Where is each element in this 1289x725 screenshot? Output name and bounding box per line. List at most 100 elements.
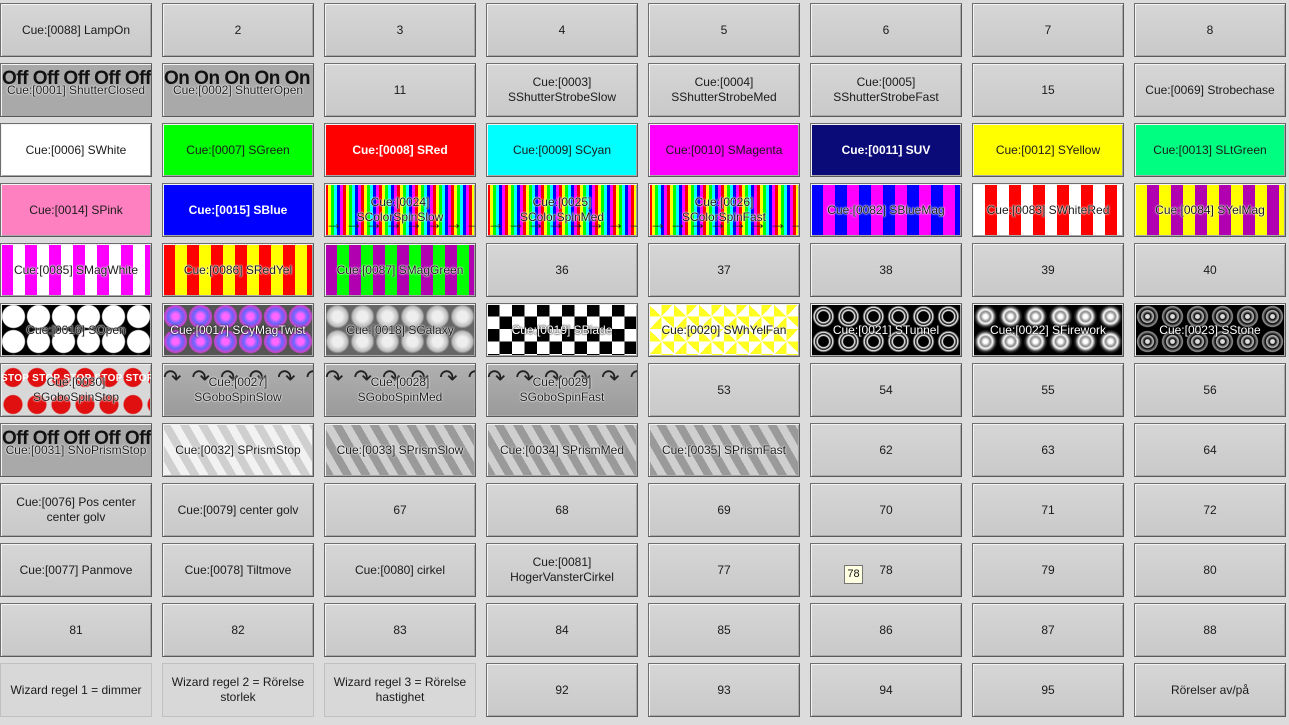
cue-button-66[interactable]: Cue:[0079] center golv — [162, 483, 314, 537]
cue-button-31[interactable]: Cue:[0083] SWhiteRed — [972, 183, 1124, 237]
cue-button-38[interactable]: 38 — [810, 243, 962, 297]
cue-button-21[interactable]: Cue:[0010] SMagenta — [648, 123, 800, 177]
cue-button-24[interactable]: Cue:[0013] SLtGreen — [1134, 123, 1286, 177]
cue-button-64[interactable]: 64 — [1134, 423, 1286, 477]
cue-button-56[interactable]: 56 — [1134, 363, 1286, 417]
cue-button-54[interactable]: 54 — [810, 363, 962, 417]
cue-button-69[interactable]: 69 — [648, 483, 800, 537]
cue-button-87[interactable]: 87 — [972, 603, 1124, 657]
cue-button-13[interactable]: Cue:[0004] SShutterStrobeMed — [648, 63, 800, 117]
cue-button-48[interactable]: Cue:[0023] SStone — [1134, 303, 1286, 357]
cue-button-27[interactable]: →→→→→→→→→→→→Cue:[0024] SColorSpinSlow — [324, 183, 476, 237]
cue-button-81[interactable]: 81 — [0, 603, 152, 657]
cue-button-94[interactable]: 94 — [810, 663, 962, 717]
cue-button-72[interactable]: 72 — [1134, 483, 1286, 537]
cue-button-43[interactable]: Cue:[0018] SGalaxy — [324, 303, 476, 357]
cue-button-85[interactable]: 85 — [648, 603, 800, 657]
cue-button-77[interactable]: 77 — [648, 543, 800, 597]
cue-button-4[interactable]: 4 — [486, 3, 638, 57]
cue-button-label: Cue:[0079] center golv — [177, 502, 299, 517]
cue-button-28[interactable]: →→→→→→→→→→→→Cue:[0025] SColorSpinMed — [486, 183, 638, 237]
cue-button-92[interactable]: 92 — [486, 663, 638, 717]
cue-button-17[interactable]: Cue:[0006] SWhite — [0, 123, 152, 177]
cue-button-95[interactable]: 95 — [972, 663, 1124, 717]
cue-button-label: 7 — [1044, 22, 1052, 37]
cue-button-88[interactable]: 88 — [1134, 603, 1286, 657]
cue-button-1[interactable]: Cue:[0088] LampOn — [0, 3, 152, 57]
cue-button-41[interactable]: Cue:[0016] SOpen — [0, 303, 152, 357]
cue-button-6[interactable]: 6 — [810, 3, 962, 57]
cue-button-86[interactable]: 86 — [810, 603, 962, 657]
cue-button-14[interactable]: Cue:[0005] SShutterStrobeFast — [810, 63, 962, 117]
cue-button-22[interactable]: Cue:[0011] SUV — [810, 123, 962, 177]
cue-button-50[interactable]: ↷ ↷ ↷ ↷ ↷ ↷ Cue:[0027] SGoboSpinSlow — [162, 363, 314, 417]
cue-button-59[interactable]: Cue:[0033] SPrismSlow — [324, 423, 476, 477]
cue-button-52[interactable]: ↷ ↷ ↷ ↷ ↷ ↷ Cue:[0029] SGoboSpinFast — [486, 363, 638, 417]
cue-button-label: Cue:[0032] SPrismStop — [175, 442, 301, 457]
cue-button-75[interactable]: Cue:[0080] cirkel — [324, 543, 476, 597]
cue-button-49[interactable]: STOP STOP STOP STOP STOP STOPCue:[0030] … — [0, 363, 152, 417]
cue-button-36[interactable]: 36 — [486, 243, 638, 297]
cue-button-18[interactable]: Cue:[0007] SGreen — [162, 123, 314, 177]
cue-button-96[interactable]: Rörelser av/på — [1134, 663, 1286, 717]
cue-button-33[interactable]: Cue:[0085] SMagWhite — [0, 243, 152, 297]
cue-button-label: Cue:[0031] SNoPrismStop — [5, 442, 147, 457]
cue-button-35[interactable]: Cue:[0087] SMagGreen — [324, 243, 476, 297]
cue-button-42[interactable]: Cue:[0017] SCyMagTwist — [162, 303, 314, 357]
cue-button-26[interactable]: Cue:[0015] SBlue — [162, 183, 314, 237]
cue-button-62[interactable]: 62 — [810, 423, 962, 477]
cue-button-68[interactable]: 68 — [486, 483, 638, 537]
cue-button-80[interactable]: 80 — [1134, 543, 1286, 597]
cue-button-10[interactable]: On On On On On Cue:[0002] ShutterOpen — [162, 63, 314, 117]
cue-button-34[interactable]: Cue:[0086] SRedYel — [162, 243, 314, 297]
cue-button-3[interactable]: 3 — [324, 3, 476, 57]
cue-button-37[interactable]: 37 — [648, 243, 800, 297]
cue-button-51[interactable]: ↷ ↷ ↷ ↷ ↷ ↷ Cue:[0028] SGoboSpinMed — [324, 363, 476, 417]
cue-button-79[interactable]: 79 — [972, 543, 1124, 597]
cue-button-16[interactable]: Cue:[0069] Strobechase — [1134, 63, 1286, 117]
cue-button-84[interactable]: 84 — [486, 603, 638, 657]
cue-button-93[interactable]: 93 — [648, 663, 800, 717]
cue-button-2[interactable]: 2 — [162, 3, 314, 57]
cue-button-82[interactable]: 82 — [162, 603, 314, 657]
cue-button-83[interactable]: 83 — [324, 603, 476, 657]
cue-button-74[interactable]: Cue:[0078] Tiltmove — [162, 543, 314, 597]
cue-button-20[interactable]: Cue:[0009] SCyan — [486, 123, 638, 177]
cue-button-91[interactable]: Wizard regel 3 = Rörelse hastighet — [324, 663, 476, 717]
cue-button-67[interactable]: 67 — [324, 483, 476, 537]
cue-button-71[interactable]: 71 — [972, 483, 1124, 537]
cue-button-60[interactable]: Cue:[0034] SPrismMed — [486, 423, 638, 477]
cue-button-25[interactable]: Cue:[0014] SPink — [0, 183, 152, 237]
cue-button-15[interactable]: 15 — [972, 63, 1124, 117]
cue-button-55[interactable]: 55 — [972, 363, 1124, 417]
cue-button-23[interactable]: Cue:[0012] SYellow — [972, 123, 1124, 177]
cue-button-73[interactable]: Cue:[0077] Panmove — [0, 543, 152, 597]
cue-button-39[interactable]: 39 — [972, 243, 1124, 297]
cue-button-40[interactable]: 40 — [1134, 243, 1286, 297]
cue-button-65[interactable]: Cue:[0076] Pos center center golv — [0, 483, 152, 537]
cue-button-19[interactable]: Cue:[0008] SRed — [324, 123, 476, 177]
cue-button-9[interactable]: Off Off Off Off Off Cue:[0001] ShutterClo… — [0, 63, 152, 117]
cue-button-5[interactable]: 5 — [648, 3, 800, 57]
cue-button-78[interactable]: 78 — [810, 543, 962, 597]
cue-button-70[interactable]: 70 — [810, 483, 962, 537]
cue-button-58[interactable]: Cue:[0032] SPrismStop — [162, 423, 314, 477]
cue-button-12[interactable]: Cue:[0003] SShutterStrobeSlow — [486, 63, 638, 117]
cue-button-47[interactable]: Cue:[0022] SFirework — [972, 303, 1124, 357]
cue-button-89[interactable]: Wizard regel 1 = dimmer — [0, 663, 152, 717]
cue-button-90[interactable]: Wizard regel 2 = Rörelse storlek — [162, 663, 314, 717]
cue-button-46[interactable]: Cue:[0021] STunnel — [810, 303, 962, 357]
cue-button-32[interactable]: Cue:[0084] SYelMag — [1134, 183, 1286, 237]
cue-button-7[interactable]: 7 — [972, 3, 1124, 57]
cue-button-76[interactable]: Cue:[0081] HogerVansterCirkel — [486, 543, 638, 597]
cue-button-45[interactable]: Cue:[0020] SWhYelFan — [648, 303, 800, 357]
cue-button-57[interactable]: Off Off Off Off Off Cue:[0031] SNoPrismSt… — [0, 423, 152, 477]
cue-button-63[interactable]: 63 — [972, 423, 1124, 477]
cue-button-30[interactable]: Cue:[0082] SBlueMag — [810, 183, 962, 237]
cue-button-29[interactable]: →→→→→→→→→→→→Cue:[0026] SColorSpinFast — [648, 183, 800, 237]
cue-button-8[interactable]: 8 — [1134, 3, 1286, 57]
cue-button-61[interactable]: Cue:[0035] SPrismFast — [648, 423, 800, 477]
cue-button-53[interactable]: 53 — [648, 363, 800, 417]
cue-button-44[interactable]: Cue:[0019] SBlade — [486, 303, 638, 357]
cue-button-11[interactable]: 11 — [324, 63, 476, 117]
